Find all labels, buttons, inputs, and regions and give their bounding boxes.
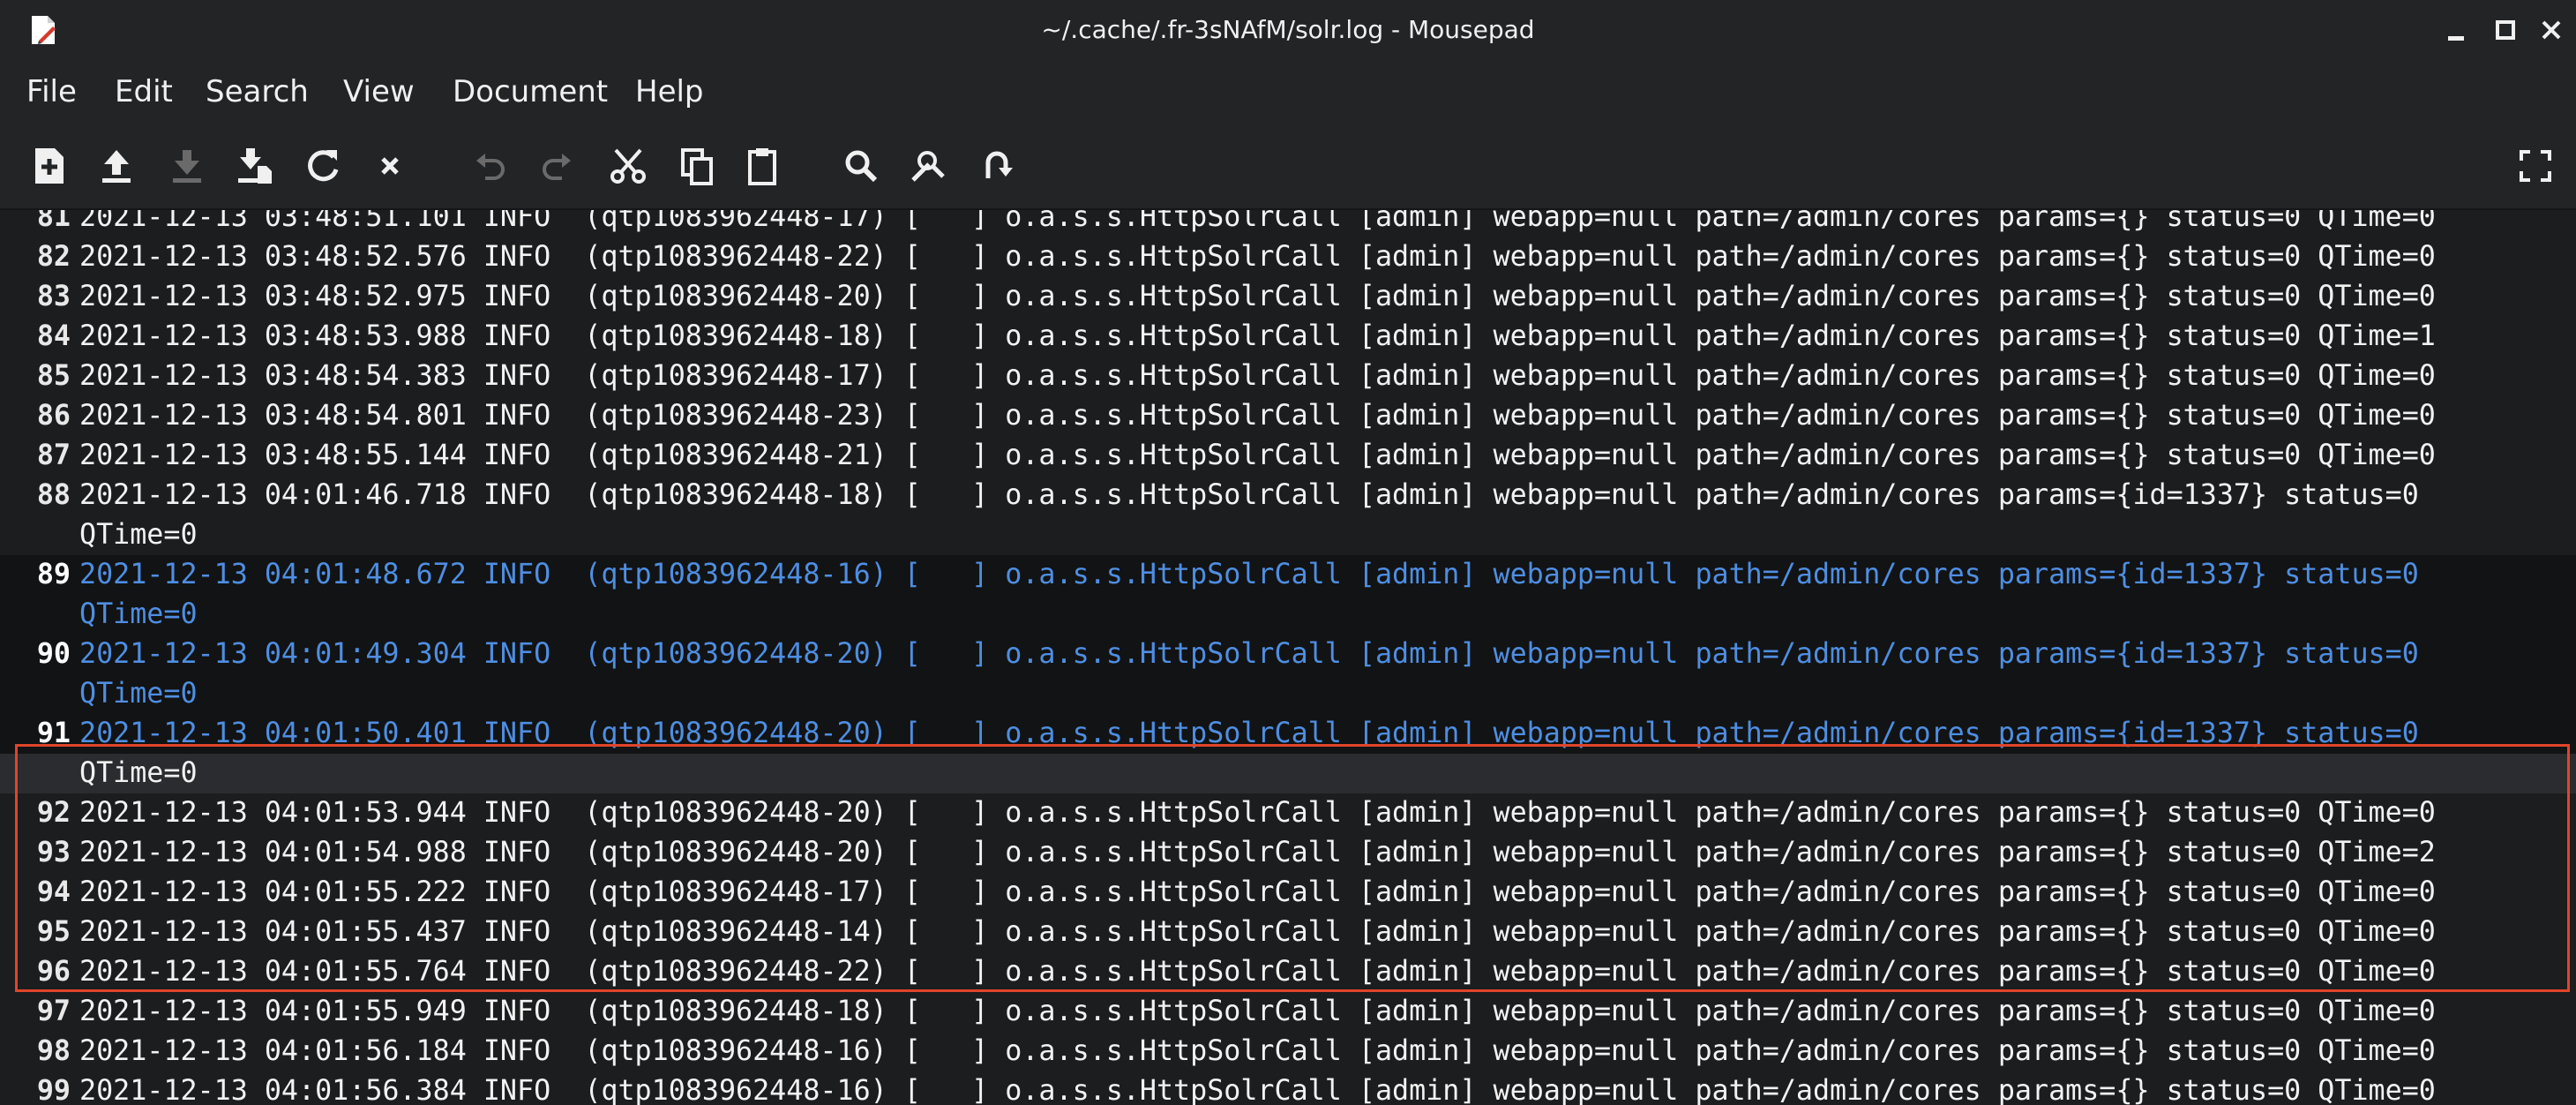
menu-view[interactable]: View: [343, 60, 415, 124]
line-number: 96: [36, 956, 71, 988]
editor-line[interactable]: 91 2021-12-13 04:01:50.401 INFO (qtp10839…: [0, 714, 2576, 754]
editor-line[interactable]: 87 2021-12-13 03:48:55.144 INFO (qtp10839…: [0, 436, 2576, 476]
line-text: 2021-12-13 04:01:50.401 INFO (qtp1083962…: [79, 718, 2419, 749]
editor-line[interactable]: 86 2021-12-13 03:48:54.801 INFO (qtp10839…: [0, 396, 2576, 436]
line-number: 98: [36, 1035, 71, 1067]
menu-bar: File Edit Search View Document Help: [0, 60, 2576, 124]
line-text: 2021-12-13 04:01:56.384 INFO (qtp1083962…: [79, 1075, 2436, 1105]
line-number: 87: [36, 440, 71, 471]
line-text: 2021-12-13 04:01:55.764 INFO (qtp1083962…: [79, 956, 2436, 988]
editor-line[interactable]: QTime=0: [0, 754, 2576, 793]
reload-icon[interactable]: [300, 143, 346, 189]
line-number: 83: [36, 281, 71, 312]
maximize-icon[interactable]: [2488, 12, 2523, 48]
line-text: 2021-12-13 04:01:54.988 INFO (qtp1083962…: [79, 837, 2436, 868]
line-number: 95: [36, 916, 71, 948]
line-number: 85: [36, 360, 71, 392]
line-number: 99: [36, 1075, 71, 1105]
title-bar[interactable]: ~/.cache/.fr-3sNAfM/solr.log - Mousepad: [0, 0, 2576, 60]
menu-help[interactable]: Help: [635, 60, 704, 124]
editor-line[interactable]: 84 2021-12-13 03:48:53.988 INFO (qtp10839…: [0, 317, 2576, 357]
minimize-icon[interactable]: [2439, 12, 2475, 48]
line-text: QTime=0: [79, 678, 198, 710]
line-text: 2021-12-13 03:48:52.975 INFO (qtp1083962…: [79, 281, 2436, 312]
new-document-icon[interactable]: [26, 143, 72, 189]
line-text: 2021-12-13 04:01:53.944 INFO (qtp1083962…: [79, 797, 2436, 829]
close-document-icon[interactable]: [367, 143, 413, 189]
line-number: 82: [36, 241, 71, 273]
menu-file[interactable]: File: [26, 60, 77, 124]
editor-lines: 81 2021-12-13 03:48:51.101 INFO (qtp10839…: [0, 210, 2576, 1105]
line-number: 86: [36, 400, 71, 432]
editor-line[interactable]: 94 2021-12-13 04:01:55.222 INFO (qtp10839…: [0, 873, 2576, 913]
text-editor[interactable]: 81 2021-12-13 03:48:51.101 INFO (qtp10839…: [0, 210, 2576, 1105]
editor-line[interactable]: 90 2021-12-13 04:01:49.304 INFO (qtp10839…: [0, 635, 2576, 674]
editor-line[interactable]: QTime=0: [0, 515, 2576, 555]
line-number: 88: [36, 479, 71, 511]
redo-icon[interactable]: [534, 143, 580, 189]
line-number: 94: [36, 876, 71, 908]
editor-line[interactable]: 93 2021-12-13 04:01:54.988 INFO (qtp10839…: [0, 833, 2576, 873]
editor-line[interactable]: 92 2021-12-13 04:01:53.944 INFO (qtp10839…: [0, 793, 2576, 833]
line-number: 93: [36, 837, 71, 868]
line-number: 91: [36, 718, 71, 749]
menu-document[interactable]: Document: [453, 60, 608, 124]
toolbar: [0, 124, 2576, 210]
line-text: 2021-12-13 04:01:55.949 INFO (qtp1083962…: [79, 996, 2436, 1027]
line-text: 2021-12-13 04:01:55.437 INFO (qtp1083962…: [79, 916, 2436, 948]
editor-line[interactable]: 96 2021-12-13 04:01:55.764 INFO (qtp10839…: [0, 952, 2576, 992]
mousepad-window: ~/.cache/.fr-3sNAfM/solr.log - Mousepad …: [0, 0, 2576, 1105]
line-text: 2021-12-13 03:48:53.988 INFO (qtp1083962…: [79, 320, 2436, 352]
editor-line[interactable]: 98 2021-12-13 04:01:56.184 INFO (qtp10839…: [0, 1032, 2576, 1071]
find-replace-icon[interactable]: [906, 143, 952, 189]
editor-line[interactable]: 82 2021-12-13 03:48:52.576 INFO (qtp10839…: [0, 237, 2576, 277]
editor-line[interactable]: 81 2021-12-13 03:48:51.101 INFO (qtp10839…: [0, 210, 2576, 237]
line-text: 2021-12-13 03:48:51.101 INFO (qtp1083962…: [79, 210, 2436, 233]
line-text: QTime=0: [79, 598, 198, 630]
window-title: ~/.cache/.fr-3sNAfM/solr.log - Mousepad: [1041, 15, 1535, 44]
save-icon[interactable]: [164, 143, 210, 189]
line-text: 2021-12-13 04:01:55.222 INFO (qtp1083962…: [79, 876, 2436, 908]
line-number: 97: [36, 996, 71, 1027]
editor-line[interactable]: 99 2021-12-13 04:01:56.384 INFO (qtp10839…: [0, 1071, 2576, 1105]
save-as-icon[interactable]: [231, 143, 277, 189]
editor-line[interactable]: 95 2021-12-13 04:01:55.437 INFO (qtp10839…: [0, 913, 2576, 952]
close-icon[interactable]: [2534, 12, 2569, 48]
editor-line[interactable]: 83 2021-12-13 03:48:52.975 INFO (qtp10839…: [0, 277, 2576, 317]
line-text: 2021-12-13 04:01:56.184 INFO (qtp1083962…: [79, 1035, 2436, 1067]
line-text: 2021-12-13 04:01:49.304 INFO (qtp1083962…: [79, 638, 2419, 670]
editor-line[interactable]: 85 2021-12-13 03:48:54.383 INFO (qtp10839…: [0, 357, 2576, 396]
line-text: QTime=0: [79, 757, 198, 789]
find-icon[interactable]: [838, 143, 884, 189]
line-number: 89: [36, 559, 71, 590]
line-number: 90: [36, 638, 71, 670]
editor-line[interactable]: 88 2021-12-13 04:01:46.718 INFO (qtp10839…: [0, 476, 2576, 515]
editor-line[interactable]: 89 2021-12-13 04:01:48.672 INFO (qtp10839…: [0, 555, 2576, 595]
menu-search[interactable]: Search: [206, 60, 309, 124]
editor-line[interactable]: 97 2021-12-13 04:01:55.949 INFO (qtp10839…: [0, 992, 2576, 1032]
line-text: 2021-12-13 03:48:54.801 INFO (qtp1083962…: [79, 400, 2436, 432]
line-number: 84: [36, 320, 71, 352]
line-number: 81: [36, 210, 71, 233]
line-text: 2021-12-13 04:01:46.718 INFO (qtp1083962…: [79, 479, 2419, 511]
copy-icon[interactable]: [674, 143, 720, 189]
line-text: 2021-12-13 03:48:54.383 INFO (qtp1083962…: [79, 360, 2436, 392]
line-text: 2021-12-13 03:48:55.144 INFO (qtp1083962…: [79, 440, 2436, 471]
line-text: 2021-12-13 03:48:52.576 INFO (qtp1083962…: [79, 241, 2436, 273]
undo-icon[interactable]: [468, 143, 513, 189]
line-text: 2021-12-13 04:01:48.672 INFO (qtp1083962…: [79, 559, 2419, 590]
editor-line[interactable]: QTime=0: [0, 674, 2576, 714]
paste-icon[interactable]: [739, 143, 785, 189]
fullscreen-icon[interactable]: [2512, 143, 2558, 189]
go-to-line-icon[interactable]: [974, 143, 1020, 189]
line-number: 92: [36, 797, 71, 829]
menu-edit[interactable]: Edit: [115, 60, 173, 124]
open-icon[interactable]: [94, 143, 139, 189]
cut-icon[interactable]: [605, 143, 651, 189]
line-text: QTime=0: [79, 519, 198, 551]
editor-line[interactable]: QTime=0: [0, 595, 2576, 635]
